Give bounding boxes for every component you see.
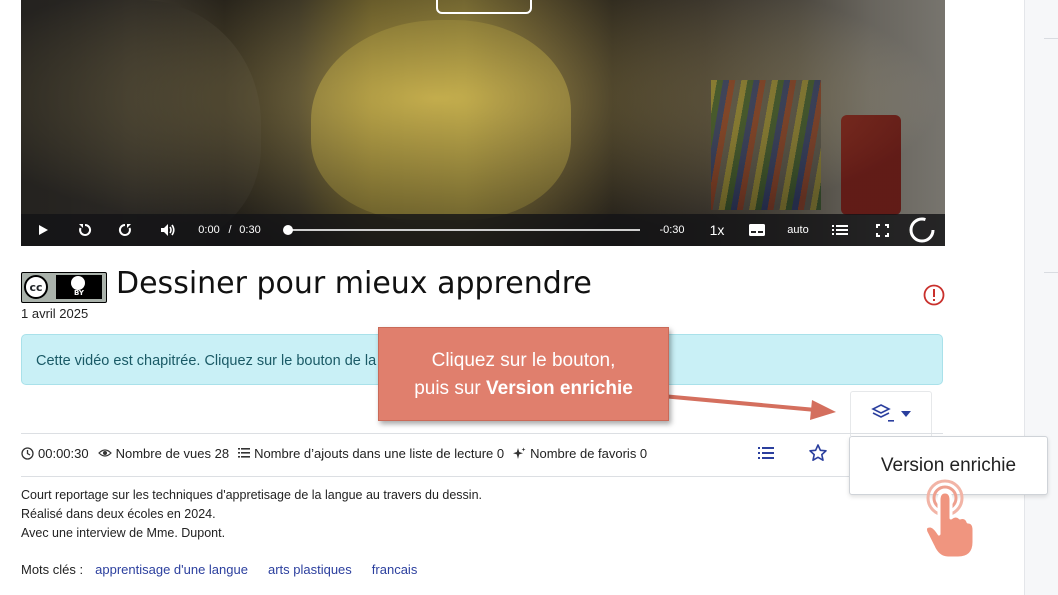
tutorial-callout: Cliquez sur le bouton, puis sur Version …	[378, 327, 669, 421]
volume-icon	[161, 224, 175, 236]
video-control-bar: 0:00 / 0:30 -0:30 1x auto	[21, 214, 945, 246]
layers-icon	[871, 404, 894, 422]
video-frame-shade	[21, 0, 945, 246]
duration: 0:30	[239, 224, 261, 236]
stat-views-text: Nombre de vues 28	[115, 445, 230, 461]
callout-emphasis: Version enrichie	[486, 378, 633, 399]
right-sidebar	[1024, 0, 1058, 595]
current-time: 0:00	[198, 224, 220, 236]
fullscreen-icon	[875, 223, 889, 237]
chevron-down-icon	[901, 411, 911, 417]
chapters-button[interactable]	[828, 214, 852, 246]
progress-handle[interactable]	[283, 225, 293, 235]
keywords: Mots clés : apprentisage d'une langue ar…	[21, 562, 417, 577]
stat-favorites-text: Nombre de favoris 0	[530, 445, 648, 461]
forward-icon	[118, 223, 131, 236]
time-separator: /	[228, 224, 232, 236]
subtitles-icon	[749, 224, 765, 236]
stat-views: Nombre de vues 28	[97, 445, 230, 461]
person-icon	[71, 276, 85, 290]
list-icon	[238, 448, 251, 458]
stat-duration-text: 00:00:30	[38, 445, 89, 461]
description-line: Réalisé dans deux écoles en 2024.	[21, 507, 216, 521]
favorite-star-button[interactable]	[808, 443, 828, 463]
video-player[interactable]: 0:00 / 0:30 -0:30 1x auto	[21, 0, 945, 246]
keyword-link[interactable]: apprentisage d'une langue	[95, 562, 248, 577]
loading-icon	[909, 217, 935, 243]
cc-icon: cc	[24, 275, 48, 299]
stat-playlist-text: Nombre d’ajouts dans une liste de lectur…	[254, 445, 505, 461]
volume-button[interactable]	[158, 214, 178, 246]
video-overlay-button[interactable]	[436, 0, 532, 14]
stat-duration: 00:00:30	[21, 446, 89, 461]
remaining-time: -0:30	[659, 224, 685, 236]
divider	[21, 476, 943, 477]
tutorial-arrow	[661, 394, 836, 420]
forward-button[interactable]	[115, 214, 135, 246]
fullscreen-button[interactable]	[871, 214, 893, 246]
video-description: Court reportage sur les techniques d'app…	[21, 486, 482, 543]
eye-icon	[97, 449, 112, 457]
callout-line: Cliquez sur le bouton,	[431, 350, 616, 371]
divider	[21, 433, 943, 434]
clock-icon	[21, 446, 34, 460]
progress-bar[interactable]	[287, 229, 640, 231]
play-icon	[39, 225, 48, 235]
sparkle-icon	[513, 447, 526, 459]
quality-button[interactable]: auto	[785, 214, 811, 246]
callout-line: puis sur Version enrichie	[379, 375, 668, 403]
sidebar-divider	[1044, 38, 1058, 39]
pointer-hand-icon	[924, 479, 976, 560]
report-icon[interactable]	[923, 284, 945, 306]
stat-playlist-adds: Nombre d’ajouts dans une liste de lectur…	[238, 446, 504, 461]
replay-button[interactable]	[75, 214, 95, 246]
loading-spinner	[907, 214, 937, 246]
play-button[interactable]	[33, 214, 53, 246]
replay-icon	[79, 223, 92, 236]
video-stats: 00:00:30 Nombre de vues 28 Nombre d’ajou…	[21, 445, 656, 461]
license-label: BY	[73, 289, 85, 297]
sidebar-divider	[1044, 272, 1058, 273]
subtitles-button[interactable]	[745, 214, 769, 246]
keywords-label: Mots clés :	[21, 562, 84, 577]
keyword-link[interactable]: francais	[372, 562, 418, 577]
enrichment-dropdown-button[interactable]	[850, 391, 932, 436]
page-title: Dessiner pour mieux apprendre	[116, 266, 592, 301]
cc-license-badge[interactable]: cc BY	[21, 272, 107, 303]
stat-favorites: Nombre de favoris 0	[513, 446, 647, 461]
by-icon: BY	[56, 275, 102, 299]
description-line: Court reportage sur les techniques d'app…	[21, 488, 483, 502]
callout-text: puis sur	[414, 378, 486, 399]
chapters-icon	[832, 225, 848, 235]
keyword-link[interactable]: arts plastiques	[268, 562, 352, 577]
add-to-playlist-button[interactable]	[756, 443, 776, 463]
speed-button[interactable]: 1x	[703, 214, 731, 246]
publish-date: 1 avril 2025	[21, 306, 89, 321]
description-line: Avec une interview de Mme. Dupont.	[21, 526, 226, 540]
